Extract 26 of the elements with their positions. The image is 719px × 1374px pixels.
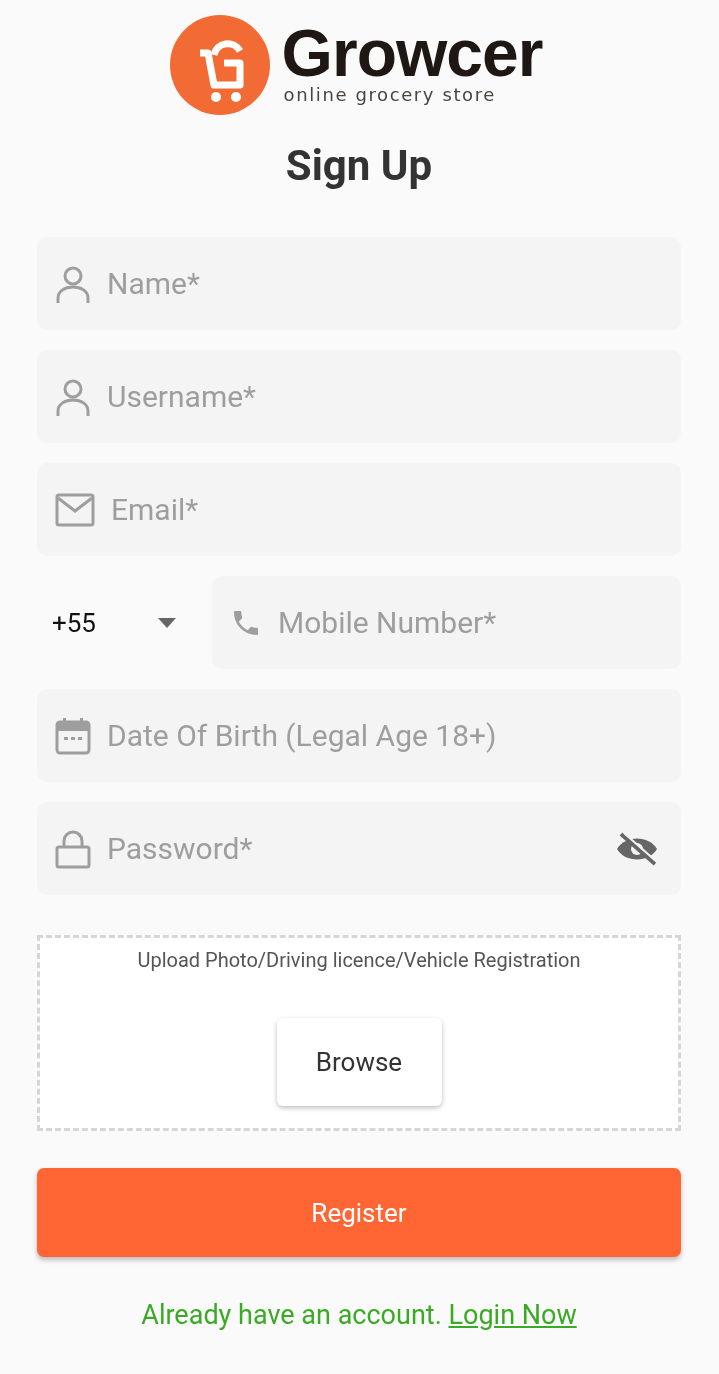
mail-icon [55,492,95,527]
login-prompt: Already have an account. [141,1299,442,1331]
input-field[interactable]: Email* [37,463,681,556]
brand-name: Growcer [281,23,543,83]
tagline: online grocery store [283,83,496,107]
input-field[interactable]: Date Of Birth (Legal Age 18+) [37,689,681,782]
input-field[interactable]: Name* [37,237,681,330]
text-input[interactable]: Mobile Number* [278,605,659,640]
calendar-icon [55,716,91,755]
cart-logo-icon [169,15,270,115]
text-input[interactable]: Email* [111,492,659,527]
upload-label: Upload Photo/Driving licence/Vehicle Registration [137,948,581,972]
text-input[interactable]: Username* [107,379,659,414]
input-field[interactable]: Username* [37,350,681,443]
lock-icon [55,828,91,869]
browse-button[interactable]: Browse [276,1018,442,1106]
text-input[interactable]: Date Of Birth (Legal Age 18+) [107,718,659,753]
page-title: Sign Up [284,141,434,191]
input-field[interactable]: Password* [37,802,681,895]
text-input[interactable]: Name* [107,266,659,301]
caret-icon [158,617,176,628]
input-field[interactable]: Mobile Number* [212,576,681,669]
eye-slash-icon[interactable] [615,831,659,866]
text-input[interactable]: Password* [107,831,599,866]
country-code-dropdown[interactable]: +55 [37,576,190,669]
upload-area[interactable]: Upload Photo/Driving licence/Vehicle Registration Browse [37,935,681,1131]
